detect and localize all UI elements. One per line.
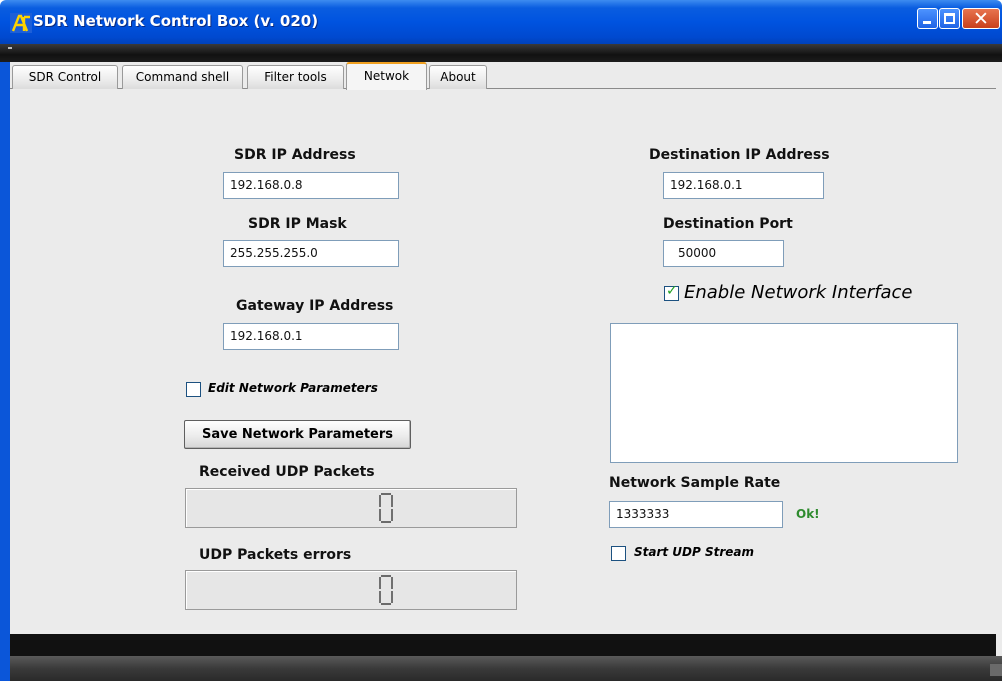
received-udp-label: Received UDP Packets bbox=[199, 464, 375, 480]
udp-errors-display: 0 bbox=[185, 570, 517, 610]
minimize-button[interactable] bbox=[917, 8, 938, 29]
received-udp-digit bbox=[379, 493, 393, 523]
network-tab-panel: SDR IP Address 192.168.0.8 SDR IP Mask 2… bbox=[10, 89, 996, 634]
tab-strip: SDR Control Command shell Filter tools N… bbox=[10, 62, 996, 90]
network-log-listbox[interactable] bbox=[610, 323, 958, 463]
sdr-mask-input[interactable]: 255.255.255.0 bbox=[223, 240, 399, 267]
maximize-icon bbox=[944, 13, 955, 24]
start-udp-checkbox[interactable] bbox=[611, 546, 626, 561]
edit-params-checkbox[interactable] bbox=[186, 382, 201, 397]
sdr-ip-input[interactable]: 192.168.0.8 bbox=[223, 172, 399, 199]
status-bar bbox=[10, 656, 1002, 681]
udp-errors-digit bbox=[379, 575, 393, 605]
gateway-ip-label: Gateway IP Address bbox=[236, 298, 394, 314]
save-network-params-button[interactable]: Save Network Parameters bbox=[184, 420, 411, 449]
title-bar[interactable]: SDR Network Control Box (v. 020) ✕ bbox=[0, 0, 1002, 44]
window-left-frame bbox=[0, 62, 10, 681]
resize-grip[interactable] bbox=[990, 664, 1002, 676]
enable-network-label: Enable Network Interface bbox=[684, 282, 913, 303]
antenna-icon bbox=[10, 13, 32, 33]
tab-command-shell[interactable]: Command shell bbox=[122, 65, 243, 89]
edit-params-label: Edit Network Parameters bbox=[208, 381, 378, 395]
menu-strip bbox=[0, 44, 1002, 62]
dest-ip-input[interactable]: 192.168.0.1 bbox=[663, 172, 824, 199]
tab-filter-tools[interactable]: Filter tools bbox=[247, 65, 344, 89]
tab-about[interactable]: About bbox=[429, 65, 487, 89]
dest-port-label: Destination Port bbox=[663, 216, 793, 232]
tab-sdr-control[interactable]: SDR Control bbox=[12, 65, 118, 89]
minimize-icon bbox=[923, 21, 931, 24]
sdr-ip-label: SDR IP Address bbox=[234, 147, 356, 163]
strip-marker bbox=[8, 47, 12, 49]
maximize-button[interactable] bbox=[939, 8, 960, 29]
udp-errors-label: UDP Packets errors bbox=[199, 547, 352, 563]
tab-netwok[interactable]: Netwok bbox=[346, 62, 427, 90]
sample-rate-status: Ok! bbox=[796, 507, 820, 521]
start-udp-label: Start UDP Stream bbox=[634, 545, 755, 559]
window-title: SDR Network Control Box (v. 020) bbox=[33, 12, 319, 30]
sample-rate-label: Network Sample Rate bbox=[609, 475, 781, 491]
close-icon: ✕ bbox=[973, 8, 989, 30]
sample-rate-input[interactable]: 1333333 bbox=[609, 501, 783, 528]
bottom-dark-bar bbox=[10, 634, 996, 656]
enable-network-checkbox[interactable]: ✓ bbox=[664, 283, 679, 301]
dest-ip-label: Destination IP Address bbox=[649, 147, 830, 163]
gateway-ip-input[interactable]: 192.168.0.1 bbox=[223, 323, 399, 350]
checkmark-icon: ✓ bbox=[666, 283, 678, 299]
sdr-mask-label: SDR IP Mask bbox=[248, 216, 347, 232]
dest-port-input[interactable]: 50000 bbox=[663, 240, 784, 267]
close-button[interactable]: ✕ bbox=[962, 8, 1000, 30]
received-udp-display: 0 bbox=[185, 488, 517, 528]
